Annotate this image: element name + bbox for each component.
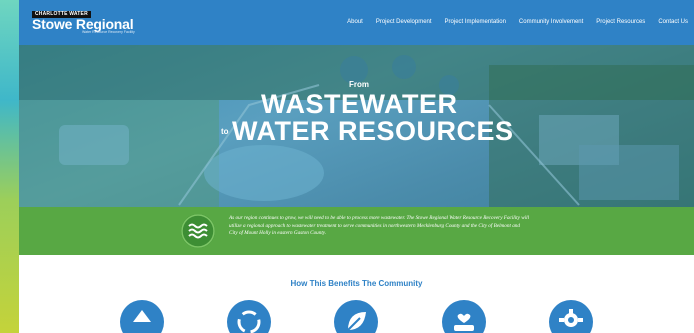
nav-about[interactable]: About <box>347 19 363 25</box>
logo-subtitle: Water Resource Recovery Facility <box>82 30 135 34</box>
nav-community-involvement[interactable]: Community Involvement <box>519 19 583 25</box>
nav-project-development[interactable]: Project Development <box>376 19 432 25</box>
main-nav: About Project Development Project Implem… <box>347 19 688 25</box>
benefit-recycle-icon[interactable] <box>227 300 271 333</box>
left-edge-strip <box>0 0 19 333</box>
benefit-up-arrow-icon[interactable] <box>120 300 164 333</box>
nav-contact-us[interactable]: Contact Us <box>658 19 688 25</box>
benefit-hand-heart-icon[interactable] <box>442 300 486 333</box>
page: CHARLOTTE WATER Stowe Regional Water Res… <box>19 0 694 333</box>
hero-banner: From WASTEWATER to WATER RESOURCES <box>19 45 694 207</box>
water-waves-icon <box>181 214 215 248</box>
intro-text: As our region continues to grow, we will… <box>229 215 530 237</box>
hero-headline-2: WATER RESOURCES <box>232 116 514 146</box>
benefit-leaf-icon[interactable] <box>334 300 378 333</box>
hero-to-label: to <box>221 127 229 136</box>
nav-project-resources[interactable]: Project Resources <box>596 19 645 25</box>
nav-project-implementation[interactable]: Project Implementation <box>445 19 506 25</box>
benefits-heading: How This Benefits The Community <box>290 279 423 288</box>
benefit-gear-icon[interactable] <box>549 300 593 333</box>
site-header: CHARLOTTE WATER Stowe Regional Water Res… <box>19 0 694 45</box>
hero-from-label: From <box>349 80 369 89</box>
